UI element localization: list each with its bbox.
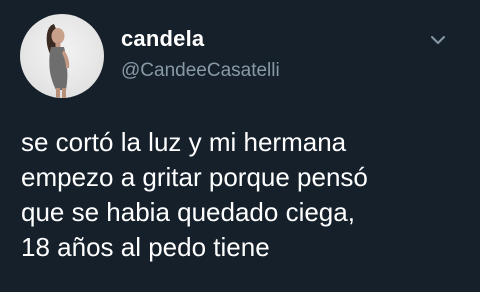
display-name[interactable]: candela bbox=[121, 26, 204, 52]
tweet-card: candela @CandeeCasatelli se cortó la luz… bbox=[0, 0, 480, 292]
profile-photo-icon bbox=[46, 24, 70, 98]
chevron-down-icon[interactable] bbox=[428, 30, 448, 50]
tweet-text: se cortó la luz y mi hermana empezo a gr… bbox=[21, 127, 368, 262]
avatar[interactable] bbox=[20, 14, 104, 98]
user-handle[interactable]: @CandeeCasatelli bbox=[121, 60, 280, 82]
